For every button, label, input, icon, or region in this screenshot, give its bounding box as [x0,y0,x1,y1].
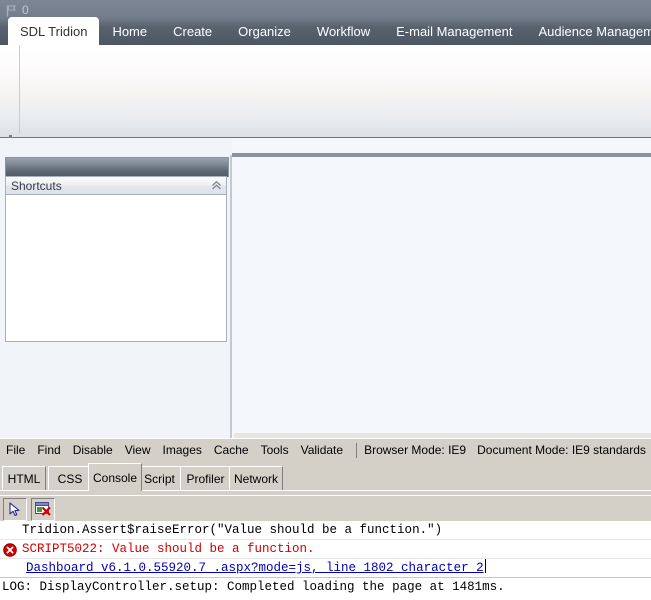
application-window: 0 SDL Tridion Home Create Organize Workf… [0,0,651,600]
devtools-tab-script[interactable]: Script [137,466,182,491]
developer-tools-panel: File Find Disable View Images Cache Tool… [0,438,651,600]
ribbon-tab-email-management[interactable]: E-mail Management [383,19,525,45]
notification-count: 0 [22,3,29,17]
devtools-menu-tools[interactable]: Tools [255,439,295,461]
ribbon-group-launcher-icon[interactable] [6,128,15,141]
text-caret [484,559,486,573]
ribbon-tab-audience-management[interactable]: Audience Management [525,19,651,45]
console-error-line: SCRIPT5022: Value should be a function. [0,540,651,559]
console-error-source-link[interactable]: Dashboard v6.1.0.55920.7 .aspx?mode=js, … [26,561,484,575]
select-element-cursor-icon[interactable] [3,497,27,521]
main-content-pane [232,138,651,438]
shortcuts-section-header[interactable]: Shortcuts [5,176,227,195]
devtools-menu-find[interactable]: Find [31,439,66,461]
chevron-double-up-icon[interactable] [209,178,224,193]
ribbon-tab-create[interactable]: Create [160,19,225,45]
document-mode-label[interactable]: Document Mode: IE9 standards [477,443,646,457]
ribbon-body [0,45,651,141]
devtools-toolbar [0,495,651,522]
pane-title-bar [5,157,229,177]
shortcuts-section-body[interactable] [5,195,227,342]
console-input-line: Tridion.Assert$raiseError("Value should … [0,521,651,540]
devtools-menu-view[interactable]: View [119,439,157,461]
devtools-tab-network[interactable]: Network [229,466,283,491]
ribbon-tab-workflow[interactable]: Workflow [304,19,383,45]
ribbon-tabstrip: SDL Tridion Home Create Organize Workflo… [0,18,651,45]
left-navigation-pane: Shortcuts Publications [0,138,232,576]
devtools-tab-console[interactable]: Console [88,463,142,491]
console-error-source-line: Dashboard v6.1.0.55920.7 .aspx?mode=js, … [0,559,651,578]
browser-mode-label[interactable]: Browser Mode: IE9 [364,443,466,457]
console-output[interactable]: Tridion.Assert$raiseError("Value should … [0,521,651,600]
devtools-menu-file[interactable]: File [0,439,31,461]
flag-icon[interactable] [6,4,17,17]
console-log-text: LOG: DisplayController.setup: Completed … [2,580,505,594]
ribbon-group-separator [19,45,20,134]
devtools-tab-css[interactable]: CSS [48,466,92,491]
ribbon-tab-sdl-tridion[interactable]: SDL Tridion [8,18,100,45]
ribbon-tab-home[interactable]: Home [99,19,160,45]
devtools-tabstrip: HTML CSS Console Script Profiler Network [0,463,651,493]
shortcuts-section-label: Shortcuts [11,178,62,193]
notification-area: 0 [6,2,29,18]
devtools-menu-images[interactable]: Images [157,439,208,461]
console-log-line: LOG: DisplayController.setup: Completed … [0,578,651,597]
workspace: Shortcuts Publications [0,138,651,576]
devtools-menubar: File Find Disable View Images Cache Tool… [0,439,651,461]
ribbon-tab-organize[interactable]: Organize [225,19,304,45]
ribbon-header: 0 SDL Tridion Home Create Organize Workf… [0,0,651,45]
console-input-text: Tridion.Assert$raiseError("Value should … [22,523,443,537]
content-pane-body[interactable] [234,157,651,433]
console-error-text: SCRIPT5022: Value should be a function. [22,542,315,556]
devtools-tab-html[interactable]: HTML [2,466,46,491]
devtools-menu-validate[interactable]: Validate [295,439,349,461]
devtools-menu-disable[interactable]: Disable [67,439,119,461]
devtools-tab-profiler[interactable]: Profiler [180,466,231,491]
clear-console-icon[interactable] [31,497,55,521]
menubar-divider [356,442,358,458]
error-circle-icon [3,543,17,557]
devtools-menu-cache[interactable]: Cache [208,439,255,461]
